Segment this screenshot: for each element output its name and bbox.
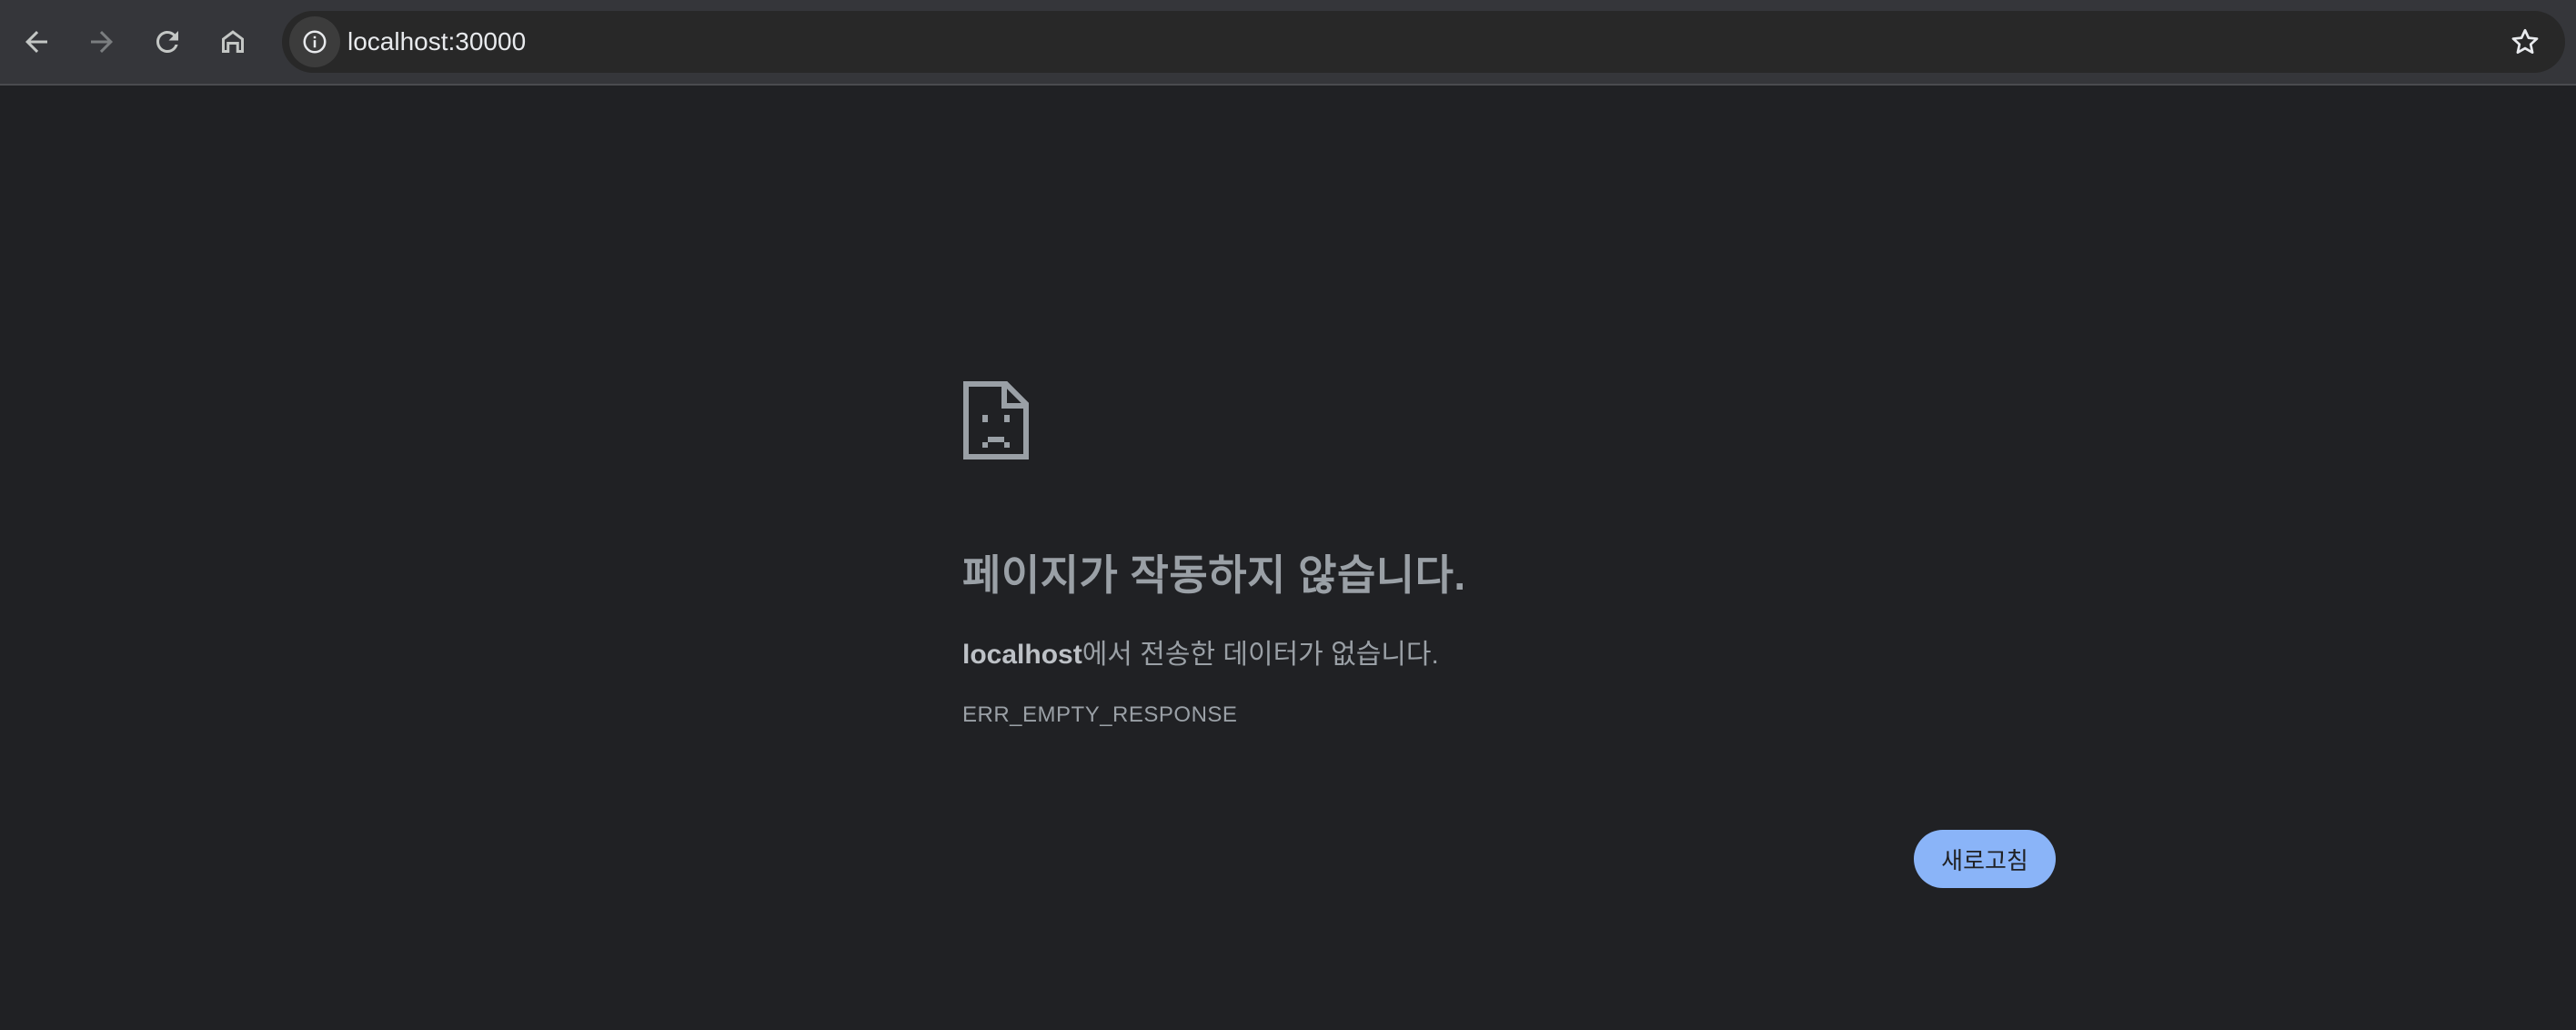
address-bar[interactable]: localhost:30000 [282, 11, 2565, 73]
reload-icon [156, 31, 178, 53]
forward-button[interactable] [75, 15, 129, 69]
error-description-text: 에서 전송한 데이터가 없습니다. [1082, 640, 1439, 670]
reload-browser-button[interactable] [140, 15, 195, 69]
error-description: localhost에서 전송한 데이터가 없습니다. [962, 631, 1439, 672]
error-host: localhost [962, 640, 1082, 670]
home-icon [222, 30, 244, 53]
error-code: ERR_EMPTY_RESPONSE [962, 702, 1238, 727]
reload-button[interactable]: 새로고침 [1914, 830, 2056, 888]
home-button[interactable] [206, 15, 260, 69]
bookmark-button[interactable] [2505, 22, 2545, 62]
arrow-left-icon [25, 31, 47, 53]
browser-toolbar: localhost:30000 [0, 0, 2576, 84]
url-text[interactable]: localhost:30000 [347, 11, 526, 73]
toolbar-divider [0, 84, 2576, 86]
arrow-right-icon [91, 31, 113, 53]
site-info-button[interactable] [289, 16, 340, 67]
star-icon [2511, 28, 2539, 55]
error-title: 페이지가 작동하지 않습니다. [962, 551, 1466, 599]
info-icon [303, 30, 327, 54]
sad-page-icon [962, 380, 1030, 460]
back-button[interactable] [9, 15, 64, 69]
